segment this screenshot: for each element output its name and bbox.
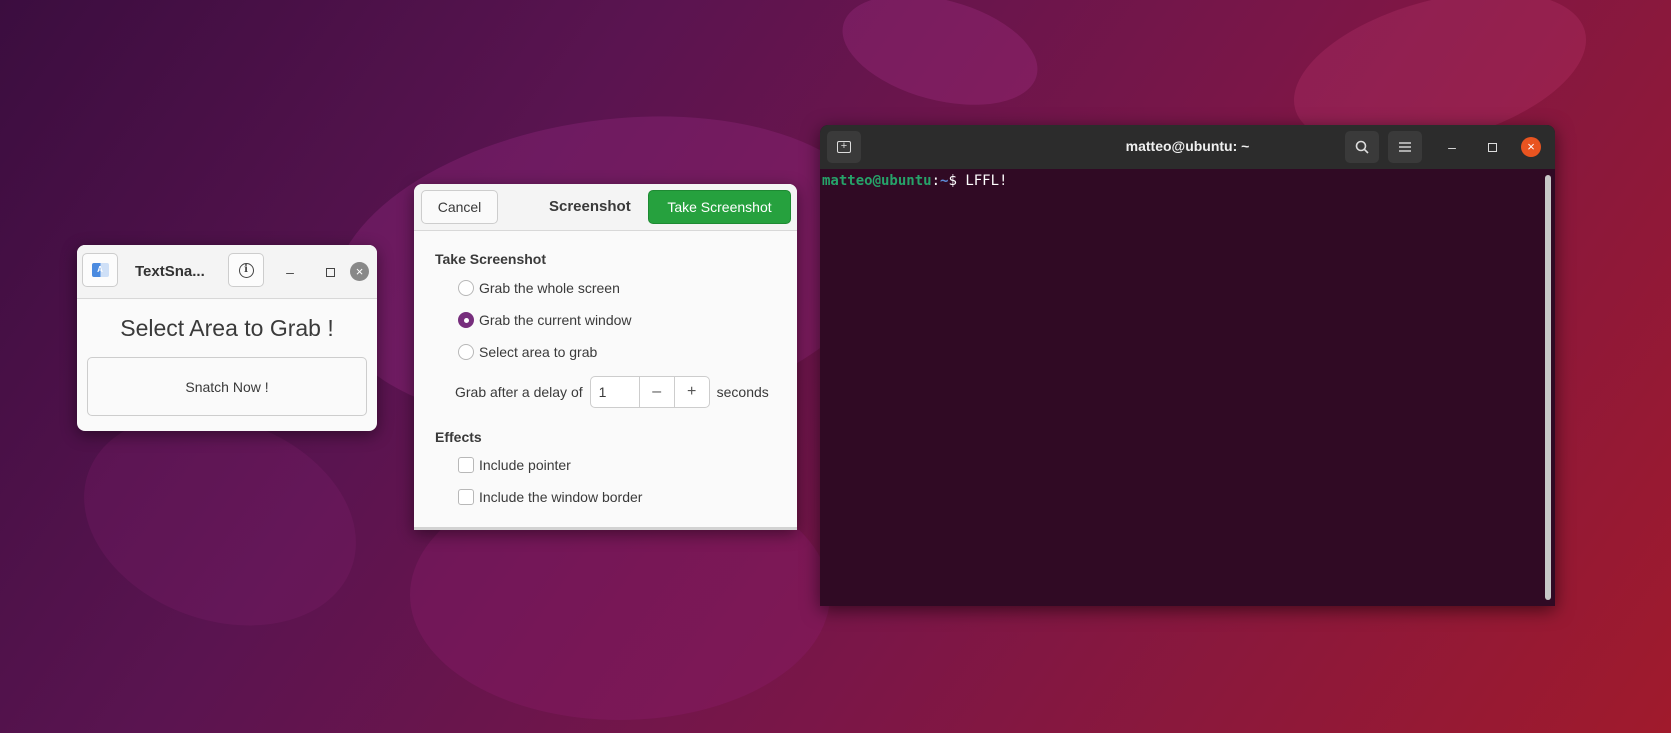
dialog-title: Screenshot (549, 198, 631, 215)
section-effects: Effects (435, 429, 482, 445)
close-button[interactable]: × (350, 262, 369, 281)
cancel-button[interactable]: Cancel (421, 190, 498, 224)
radio-current-window[interactable]: Grab the current window (458, 312, 632, 328)
terminal-headerbar: + matteo@ubuntu: ~ – × (820, 125, 1555, 169)
radio-label: Grab the current window (479, 312, 632, 328)
terminal-window: + matteo@ubuntu: ~ – × matteo@ubuntu:~$ … (820, 125, 1555, 606)
screenshot-dialog: Cancel Screenshot Take Screenshot Take S… (414, 184, 797, 530)
search-button[interactable] (1345, 131, 1379, 163)
maximize-icon (325, 268, 335, 277)
textsnatcher-window: A TextSna... i – × Select Area to Grab !… (77, 245, 377, 431)
minimize-button[interactable]: – (1442, 137, 1462, 157)
info-button[interactable]: i (228, 253, 264, 287)
take-screenshot-button[interactable]: Take Screenshot (648, 190, 791, 224)
radio-indicator-selected (458, 312, 474, 328)
radio-whole-screen[interactable]: Grab the whole screen (458, 280, 620, 296)
maximize-icon (1487, 143, 1497, 152)
screenshot-headerbar: Cancel Screenshot Take Screenshot (414, 184, 797, 231)
increment-button[interactable]: + (673, 377, 709, 407)
textsnatcher-app-icon: A (91, 263, 109, 277)
checkbox-label: Include the window border (479, 489, 643, 505)
radio-label: Select area to grab (479, 344, 598, 360)
checkbox-include-border[interactable]: Include the window border (458, 489, 642, 505)
radio-label: Grab the whole screen (479, 280, 620, 296)
delay-value-input[interactable]: 1 (591, 377, 639, 407)
scrollbar[interactable] (1545, 175, 1551, 600)
search-icon (1355, 140, 1369, 154)
maximize-button[interactable] (320, 262, 340, 282)
prompt-symbol: $ (948, 173, 966, 189)
close-button[interactable]: × (1521, 137, 1541, 157)
checkbox-label: Include pointer (479, 457, 571, 473)
grab-heading: Select Area to Grab ! (120, 315, 334, 341)
decrement-button[interactable]: – (638, 377, 674, 407)
prompt-user: matteo@ubuntu (822, 173, 932, 189)
terminal-output[interactable]: matteo@ubuntu:~$ LFFL! (822, 173, 1007, 189)
checkbox-indicator (458, 489, 474, 505)
radio-select-area[interactable]: Select area to grab (458, 344, 597, 360)
radio-indicator (458, 344, 474, 360)
textsnatcher-app-button[interactable]: A (82, 253, 118, 287)
delay-prefix-label: Grab after a delay of (455, 384, 583, 400)
command-text: LFFL! (965, 173, 1008, 189)
radio-indicator (458, 280, 474, 296)
textsnatcher-headerbar: A TextSna... i – × (77, 245, 377, 299)
snatch-now-button[interactable]: Snatch Now ! (87, 357, 367, 416)
delay-suffix-label: seconds (716, 384, 769, 400)
delay-row: Grab after a delay of 1 – + seconds (455, 376, 769, 408)
maximize-button[interactable] (1482, 137, 1502, 157)
menu-button[interactable] (1388, 131, 1422, 163)
hamburger-icon (1399, 142, 1411, 152)
section-take-screenshot: Take Screenshot (435, 251, 547, 267)
prompt-separator: : (931, 173, 941, 189)
checkbox-indicator (458, 457, 474, 473)
info-icon: i (238, 262, 254, 278)
minimize-button[interactable]: – (280, 262, 300, 282)
checkbox-include-pointer[interactable]: Include pointer (458, 457, 571, 473)
window-title: TextSna... (135, 263, 205, 280)
wallpaper-shape (830, 0, 1050, 125)
delay-spinbutton[interactable]: 1 – + (589, 376, 710, 408)
